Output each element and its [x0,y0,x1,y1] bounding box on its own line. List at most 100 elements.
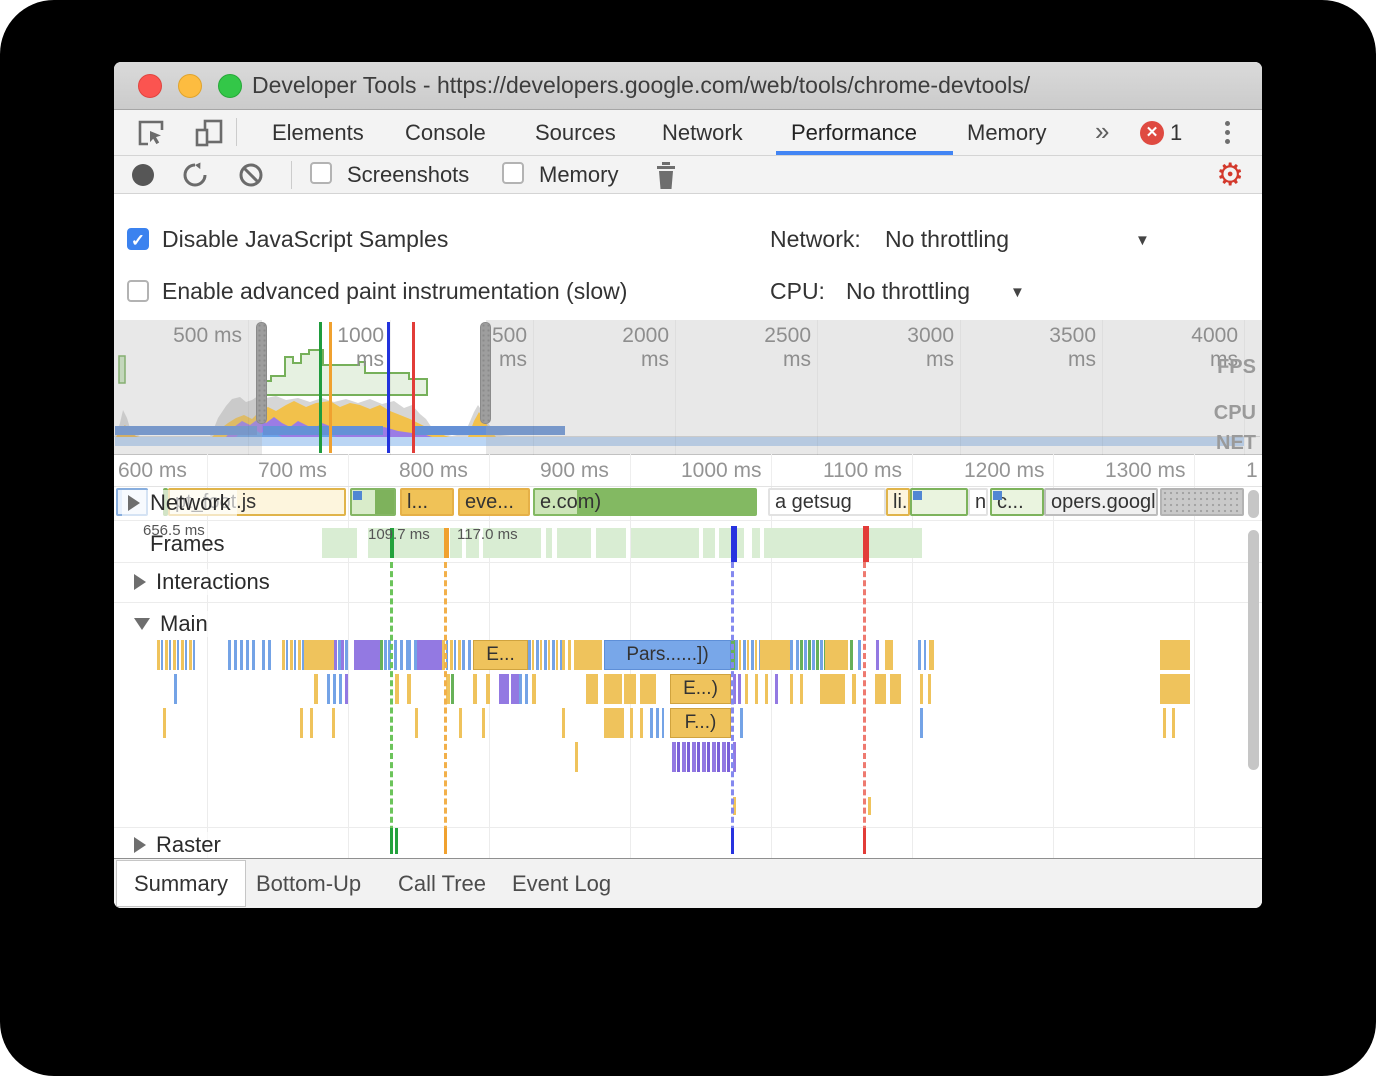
frame-bar[interactable] [322,528,357,558]
flame-bar[interactable] [624,674,636,704]
flame-bar[interactable] [499,674,509,704]
flame-bar[interactable] [650,708,664,738]
flame-bar[interactable] [790,674,793,704]
flame-bar[interactable] [332,708,335,738]
flame-bar[interactable] [300,708,303,738]
selection-handle-right[interactable] [480,322,491,424]
flame-bar[interactable] [800,640,825,670]
flame-bar[interactable] [876,640,879,670]
network-request-bar[interactable]: eve... [458,488,530,516]
flame-bar[interactable] [395,674,399,704]
tab-bottom-up[interactable]: Bottom-Up [256,860,361,907]
network-request-bar[interactable] [1160,488,1244,516]
record-button[interactable] [132,164,154,186]
memory-checkbox[interactable] [502,162,524,184]
network-request-bar[interactable]: li. [886,488,910,516]
flame-bar[interactable] [820,674,845,704]
flame-bar[interactable] [473,674,477,704]
flame-bar[interactable]: E...) [670,674,731,704]
network-request-bar[interactable]: e.com) [533,488,757,516]
network-request-bar[interactable] [350,488,396,516]
flame-bar[interactable] [929,640,934,670]
network-request-bar[interactable]: a getsug [768,488,886,516]
flame-bar[interactable] [920,674,923,704]
flame-bar[interactable] [380,640,388,670]
tab-elements[interactable]: Elements [272,110,364,155]
disable-js-samples-checkbox[interactable]: ✓ [127,228,149,250]
flame-bar[interactable] [850,640,853,670]
frame-bar[interactable] [752,528,760,558]
flame-bar[interactable] [852,674,856,704]
frame-bar[interactable] [764,528,922,558]
flame-bar[interactable] [918,640,926,670]
flame-bar[interactable] [1163,708,1166,738]
close-window-button[interactable] [138,74,162,98]
flame-bar[interactable] [640,708,643,738]
flame-bar[interactable] [519,674,529,704]
flame-bar[interactable] [417,640,442,670]
flame-bar[interactable] [163,708,166,738]
flame-bar[interactable] [868,797,871,815]
network-request-bar[interactable] [910,488,968,516]
network-request-bar[interactable]: ns [968,488,988,516]
network-request-bar[interactable]: c... [990,488,1044,516]
cpu-select-arrow-icon[interactable]: ▼ [1010,284,1025,301]
flame-bar[interactable] [735,640,760,670]
flame-bar[interactable] [928,674,931,704]
flame-bar[interactable]: Pars......]) [604,640,731,670]
frame-bar[interactable] [631,528,699,558]
selection-handle-left[interactable] [256,322,267,424]
flame-bar[interactable] [511,674,519,704]
flame-chart-tracks[interactable]: pt_foot.jsl...eve...e.com)a getsugli.nsc… [114,487,1262,858]
flame-bar[interactable] [885,640,893,670]
track-main[interactable]: Main [128,611,214,637]
tab-memory[interactable]: Memory [967,110,1046,155]
flame-bar[interactable] [604,674,622,704]
capture-settings-gear-icon[interactable]: ⚙ [1216,156,1244,194]
flame-bar[interactable] [282,640,304,670]
clear-icon[interactable] [238,162,264,188]
flame-bar[interactable] [790,640,800,670]
flame-bar[interactable] [174,674,177,704]
reload-icon[interactable] [182,162,208,188]
zoom-window-button[interactable] [218,74,242,98]
network-select-arrow-icon[interactable]: ▼ [1135,232,1150,249]
network-scrollbar-thumb[interactable] [1248,490,1259,518]
flame-bar[interactable] [262,640,274,670]
flame-bar[interactable] [800,674,803,704]
tab-summary[interactable]: Summary [116,860,246,907]
flame-bar[interactable] [1160,674,1190,704]
flame-bar[interactable] [327,674,342,704]
flame-bar[interactable] [310,708,313,738]
flame-bar[interactable] [825,640,848,670]
timeline-overview[interactable]: 500 ms 1000 ms 1500 ms 2000 ms 2500 ms 3000 m… [114,320,1262,455]
network-request-bar[interactable]: opers.google.com) [1044,488,1158,516]
flame-bar[interactable] [354,640,380,670]
error-count[interactable]: 1 [1170,110,1182,155]
collapse-main-icon[interactable] [134,618,150,630]
flame-bar[interactable] [576,640,602,670]
track-frames[interactable]: Frames [144,531,231,557]
screenshots-checkbox[interactable] [310,162,332,184]
flame-bar[interactable] [345,674,348,704]
expand-interactions-icon[interactable] [134,574,146,590]
frame-bar[interactable] [557,528,591,558]
flame-bar[interactable] [765,674,768,704]
flame-bar[interactable] [228,640,256,670]
tab-event-log[interactable]: Event Log [512,860,611,907]
flame-bar[interactable] [1172,708,1175,738]
flame-bar[interactable] [451,674,454,704]
track-network[interactable]: Network [122,490,237,516]
flame-bar[interactable] [738,674,741,704]
inspect-element-icon[interactable] [136,118,166,148]
frame-bar[interactable] [546,528,552,558]
flame-bar[interactable] [562,708,565,738]
more-tabs-icon[interactable]: » [1095,110,1109,155]
tab-console[interactable]: Console [405,110,486,155]
flame-bar[interactable] [672,742,730,772]
minimize-window-button[interactable] [178,74,202,98]
flame-bar[interactable] [890,674,901,704]
flame-bar[interactable] [745,674,748,704]
flame-bar[interactable] [408,640,417,670]
frame-bar[interactable] [596,528,626,558]
